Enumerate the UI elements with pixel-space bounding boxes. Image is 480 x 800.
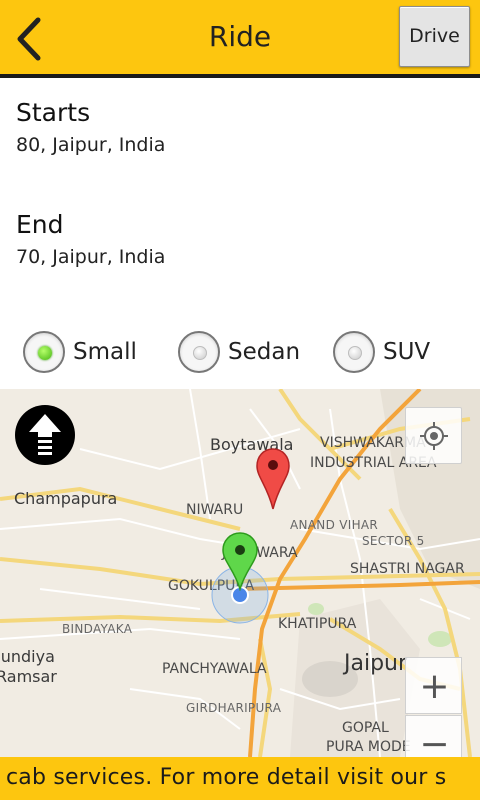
map-label-girdharipura: GIRDHARIPURA: [186, 701, 282, 715]
my-location-button[interactable]: [405, 407, 462, 464]
plus-icon: +: [419, 666, 450, 707]
map-label-ramsar: Ramsar: [0, 667, 57, 686]
radio-button[interactable]: [23, 331, 65, 373]
map-label-champapura: Champapura: [14, 489, 118, 508]
navigation-arrow-icon: [29, 414, 61, 455]
end-label: End: [16, 210, 64, 239]
map-label-jundiya: Jundiya: [0, 647, 55, 666]
minus-icon: −: [419, 724, 450, 757]
radio-button[interactable]: [178, 331, 220, 373]
start-label: Starts: [16, 98, 91, 127]
map-label-anand-vihar: ANAND VIHAR: [290, 518, 379, 532]
zoom-in-button[interactable]: +: [405, 657, 462, 714]
radio-selected-dot: [38, 346, 52, 360]
navigation-button[interactable]: [15, 405, 75, 465]
radio-unselected-dot: [348, 346, 362, 360]
map-label-jaipur: Jaipur: [344, 651, 408, 676]
vehicle-option-sedan[interactable]: Sedan: [178, 331, 300, 373]
top-app-bar: Ride Drive: [0, 0, 480, 78]
map-label-gopal: GOPAL: [342, 720, 389, 736]
green-map-pin-icon[interactable]: [221, 531, 259, 591]
map-label-pura-mode: PURA MODE: [326, 739, 411, 755]
map-label-panchyawala: PANCHYAWALA: [162, 661, 267, 677]
start-address[interactable]: 80, Jaipur, India: [16, 134, 165, 156]
marquee-text: cab services. For more detail visit our …: [6, 765, 447, 790]
end-address[interactable]: 70, Jaipur, India: [16, 246, 165, 268]
vehicle-option-small[interactable]: Small: [23, 331, 137, 373]
map-label-shastri-nagar: SHASTRI NAGAR: [350, 561, 465, 577]
vehicle-option-label: Sedan: [228, 339, 301, 365]
radio-unselected-dot: [193, 346, 207, 360]
map-label-sector-5: SECTOR 5: [362, 534, 425, 548]
map-view[interactable]: Boytawala VISHWAKARMA INDUSTRIAL AREA Ch…: [0, 389, 480, 757]
vehicle-option-label: SUV: [383, 339, 431, 365]
marquee-banner: cab services. For more detail visit our …: [0, 757, 480, 800]
zoom-out-button[interactable]: −: [405, 715, 462, 757]
crosshair-icon: [420, 422, 448, 450]
radio-button[interactable]: [333, 331, 375, 373]
vehicle-option-suv[interactable]: SUV: [333, 331, 430, 373]
vehicle-option-label: Small: [73, 339, 137, 365]
map-label-niwaru: NIWARU: [186, 502, 244, 518]
drive-button[interactable]: Drive: [399, 6, 470, 67]
red-map-pin-icon[interactable]: [255, 447, 291, 511]
map-label-bindayaka: BINDAYAKA: [62, 622, 133, 636]
map-label-khatipura: KHATIPURA: [278, 616, 357, 632]
